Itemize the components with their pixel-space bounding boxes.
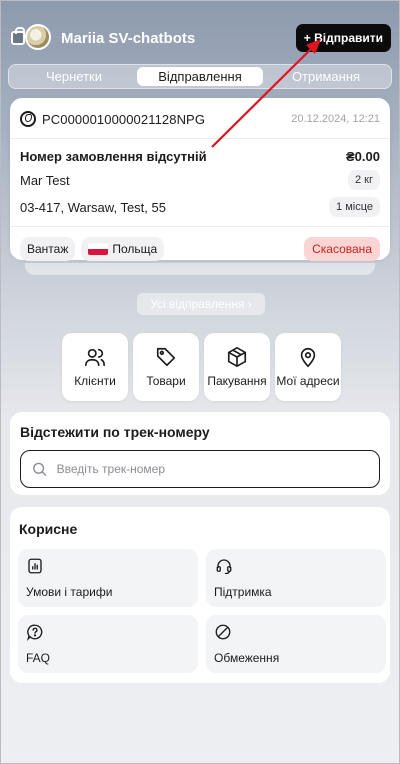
- box-icon: [227, 347, 247, 367]
- tag-icon: [156, 347, 176, 367]
- divider: [10, 226, 390, 227]
- tab-drafts[interactable]: Чернетки: [11, 67, 137, 86]
- faq-label: FAQ: [26, 651, 51, 665]
- users-icon: [85, 348, 105, 367]
- all-shipments-button[interactable]: Усі відправлення ›: [137, 293, 265, 315]
- country-label: Польща: [112, 242, 158, 256]
- send-shipment-button[interactable]: + Відправити: [295, 24, 391, 52]
- location-pin-icon: [300, 347, 316, 368]
- packaging-button[interactable]: Пакування: [204, 333, 270, 401]
- terms-and-rates-label: Умови і тарифи: [26, 585, 113, 599]
- order-number-text: Номер замовлення відсутній: [20, 148, 207, 164]
- my-addresses-button[interactable]: Мої адреси: [275, 333, 341, 401]
- clients-label: Клієнти: [74, 374, 116, 388]
- tab-received[interactable]: Отримання: [263, 67, 389, 86]
- restrictions-button[interactable]: Обмеження: [206, 615, 386, 673]
- order-amount: ₴0.00: [346, 148, 380, 164]
- tab-sent[interactable]: Відправлення: [137, 67, 263, 86]
- support-label: Підтримка: [214, 585, 272, 599]
- recipient-name: Mar Test: [20, 172, 70, 188]
- avatar: [25, 24, 51, 50]
- card-stack-shadow: [25, 263, 375, 275]
- places-badge: 1 місце: [329, 197, 380, 217]
- support-button[interactable]: Підтримка: [206, 549, 386, 607]
- order-date: 20.12.2024, 12:21: [291, 113, 380, 125]
- shipment-card[interactable]: PC0000010000021128NPG 20.12.2024, 12:21 …: [10, 98, 390, 261]
- globe-icon: [20, 111, 36, 127]
- divider: [10, 138, 390, 139]
- shipment-tabs: Чернетки Відправлення Отримання: [8, 64, 392, 89]
- chart-document-icon: [28, 558, 42, 574]
- recipient-address: 03-417, Warsaw, Test, 55: [20, 199, 166, 215]
- status-badge: Скасована: [304, 237, 380, 261]
- weight-badge: 2 кг: [348, 170, 380, 190]
- clients-button[interactable]: Клієнти: [62, 333, 128, 401]
- my-addresses-label: Мої адреси: [276, 374, 340, 388]
- useful-title: Корисне: [19, 521, 78, 537]
- tracking-input-wrap[interactable]: [20, 450, 380, 488]
- terms-and-rates-button[interactable]: Умови і тарифи: [18, 549, 198, 607]
- restrictions-label: Обмеження: [214, 651, 280, 665]
- tracking-input[interactable]: [56, 462, 369, 476]
- tracking-title: Відстежити по трек-номеру: [20, 424, 210, 440]
- products-label: Товари: [146, 374, 186, 388]
- products-button[interactable]: Товари: [133, 333, 199, 401]
- tracking-panel: Відстежити по трек-номеру: [10, 412, 390, 495]
- country-chip: Польща: [81, 237, 165, 261]
- prohibited-icon: [215, 624, 231, 640]
- shopping-bag-icon: [11, 27, 25, 45]
- shipment-type-label: Вантаж: [27, 242, 69, 256]
- question-bubble-icon: [27, 624, 43, 641]
- headset-icon: [216, 559, 232, 575]
- channel-avatar-group[interactable]: [11, 24, 51, 52]
- useful-panel: Корисне Умови і тарифи Підтримка FAQ Обм…: [10, 507, 390, 683]
- app-header: Mariia SV-chatbots + Відправити: [11, 23, 391, 53]
- faq-button[interactable]: FAQ: [18, 615, 198, 673]
- packaging-label: Пакування: [207, 374, 267, 388]
- poland-flag-icon: [88, 243, 109, 255]
- shipment-type-chip: Вантаж: [20, 237, 76, 261]
- channel-name: Mariia SV-chatbots: [61, 29, 196, 47]
- order-id: PC0000010000021128NPG: [42, 111, 206, 127]
- search-icon: [33, 462, 47, 476]
- quick-actions: Клієнти Товари Пакування Мої адреси: [62, 333, 341, 401]
